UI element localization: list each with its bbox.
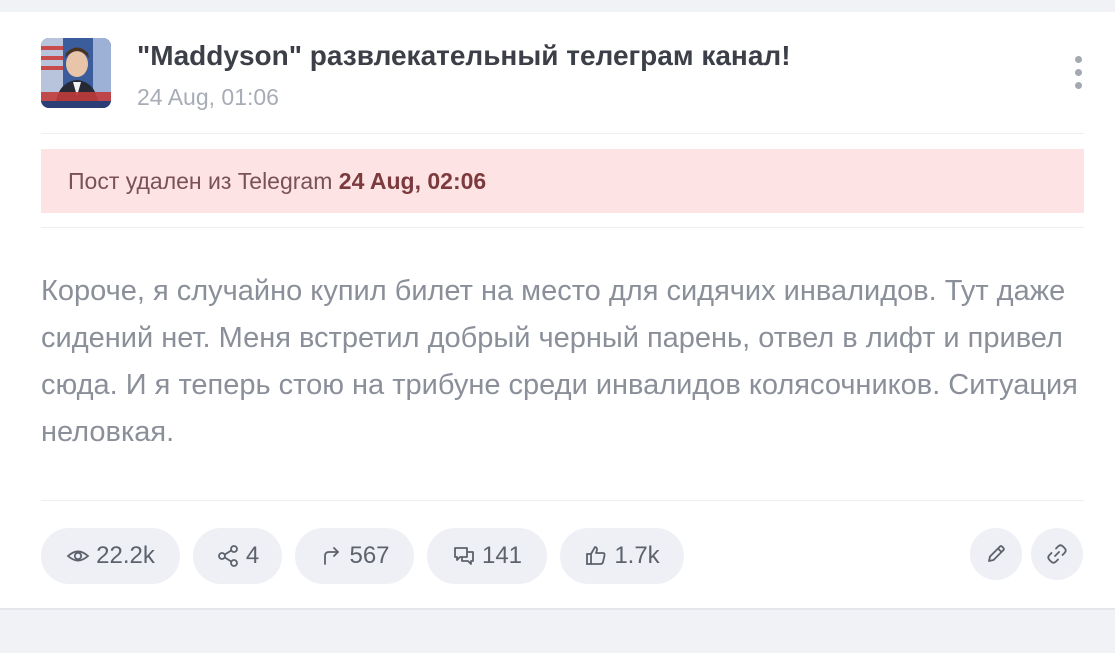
- forwards-count: 567: [349, 542, 390, 569]
- divider: [41, 500, 1084, 501]
- deleted-notice-banner: Пост удален из Telegram 24 Aug, 02:06: [41, 149, 1084, 213]
- channel-title[interactable]: "Maddyson" развлекательный телеграм кана…: [137, 40, 791, 72]
- comments-count: 141: [481, 542, 523, 569]
- thumbs-up-icon: [586, 546, 606, 565]
- views-counter[interactable]: 22.2k: [41, 528, 180, 584]
- divider: [41, 133, 1084, 134]
- reactions-count: 1.7k: [614, 542, 660, 569]
- reactions-counter[interactable]: 1.7k: [560, 528, 684, 584]
- kebab-menu-icon[interactable]: [1064, 52, 1094, 92]
- edit-button[interactable]: [970, 528, 1022, 580]
- divider: [41, 227, 1084, 228]
- forward-arrow-icon: [324, 547, 340, 565]
- deleted-notice-text: Пост удален из Telegram: [68, 168, 333, 194]
- views-count: 22.2k: [96, 542, 155, 569]
- post-date: 24 Aug, 01:06: [137, 84, 279, 110]
- channel-avatar[interactable]: [41, 38, 111, 108]
- comments-counter[interactable]: 141: [427, 528, 547, 584]
- deleted-notice-date: 24 Aug, 02:06: [338, 168, 487, 194]
- comments-icon: [454, 547, 474, 565]
- shares-counter[interactable]: 4: [193, 528, 282, 584]
- post-text: Короче, я случайно купил билет на место …: [41, 275, 1078, 448]
- eye-icon: [66, 550, 90, 562]
- pencil-icon: [988, 545, 1005, 562]
- copy-link-button[interactable]: [1031, 528, 1083, 580]
- link-icon: [1047, 544, 1067, 564]
- share-nodes-icon: [217, 545, 238, 567]
- forwards-counter[interactable]: 567: [295, 528, 414, 584]
- post-card: "Maddyson" развлекательный телеграм кана…: [0, 12, 1115, 610]
- shares-count: 4: [245, 542, 260, 569]
